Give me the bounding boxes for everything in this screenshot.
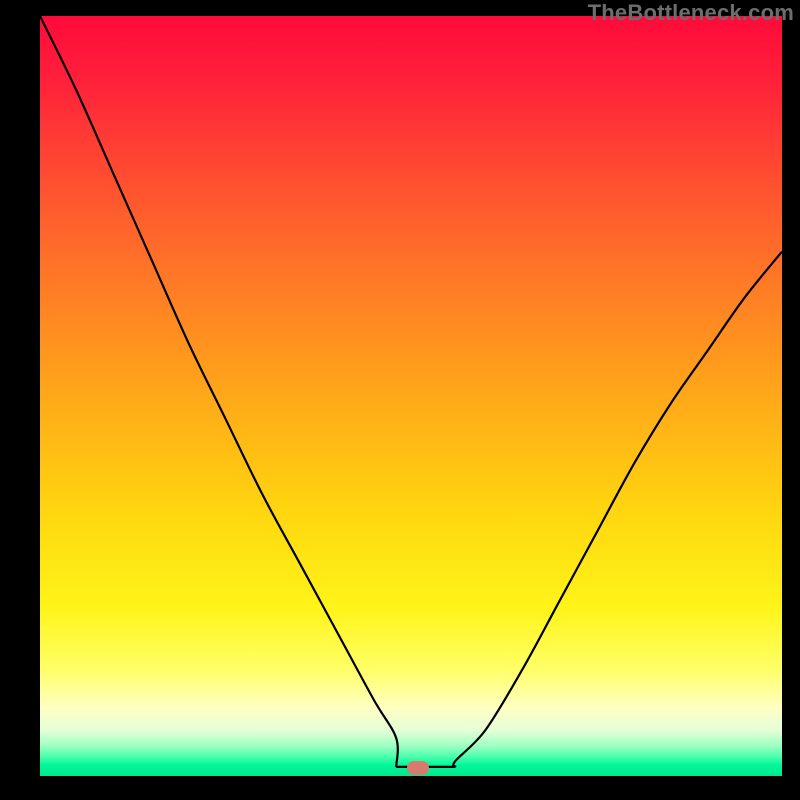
- curve-line: [40, 16, 782, 767]
- optimal-marker: [407, 761, 429, 775]
- bottleneck-curve: [40, 16, 782, 776]
- plot-area: [40, 16, 782, 776]
- watermark-text: TheBottleneck.com: [588, 0, 794, 26]
- chart-frame: TheBottleneck.com: [0, 0, 800, 800]
